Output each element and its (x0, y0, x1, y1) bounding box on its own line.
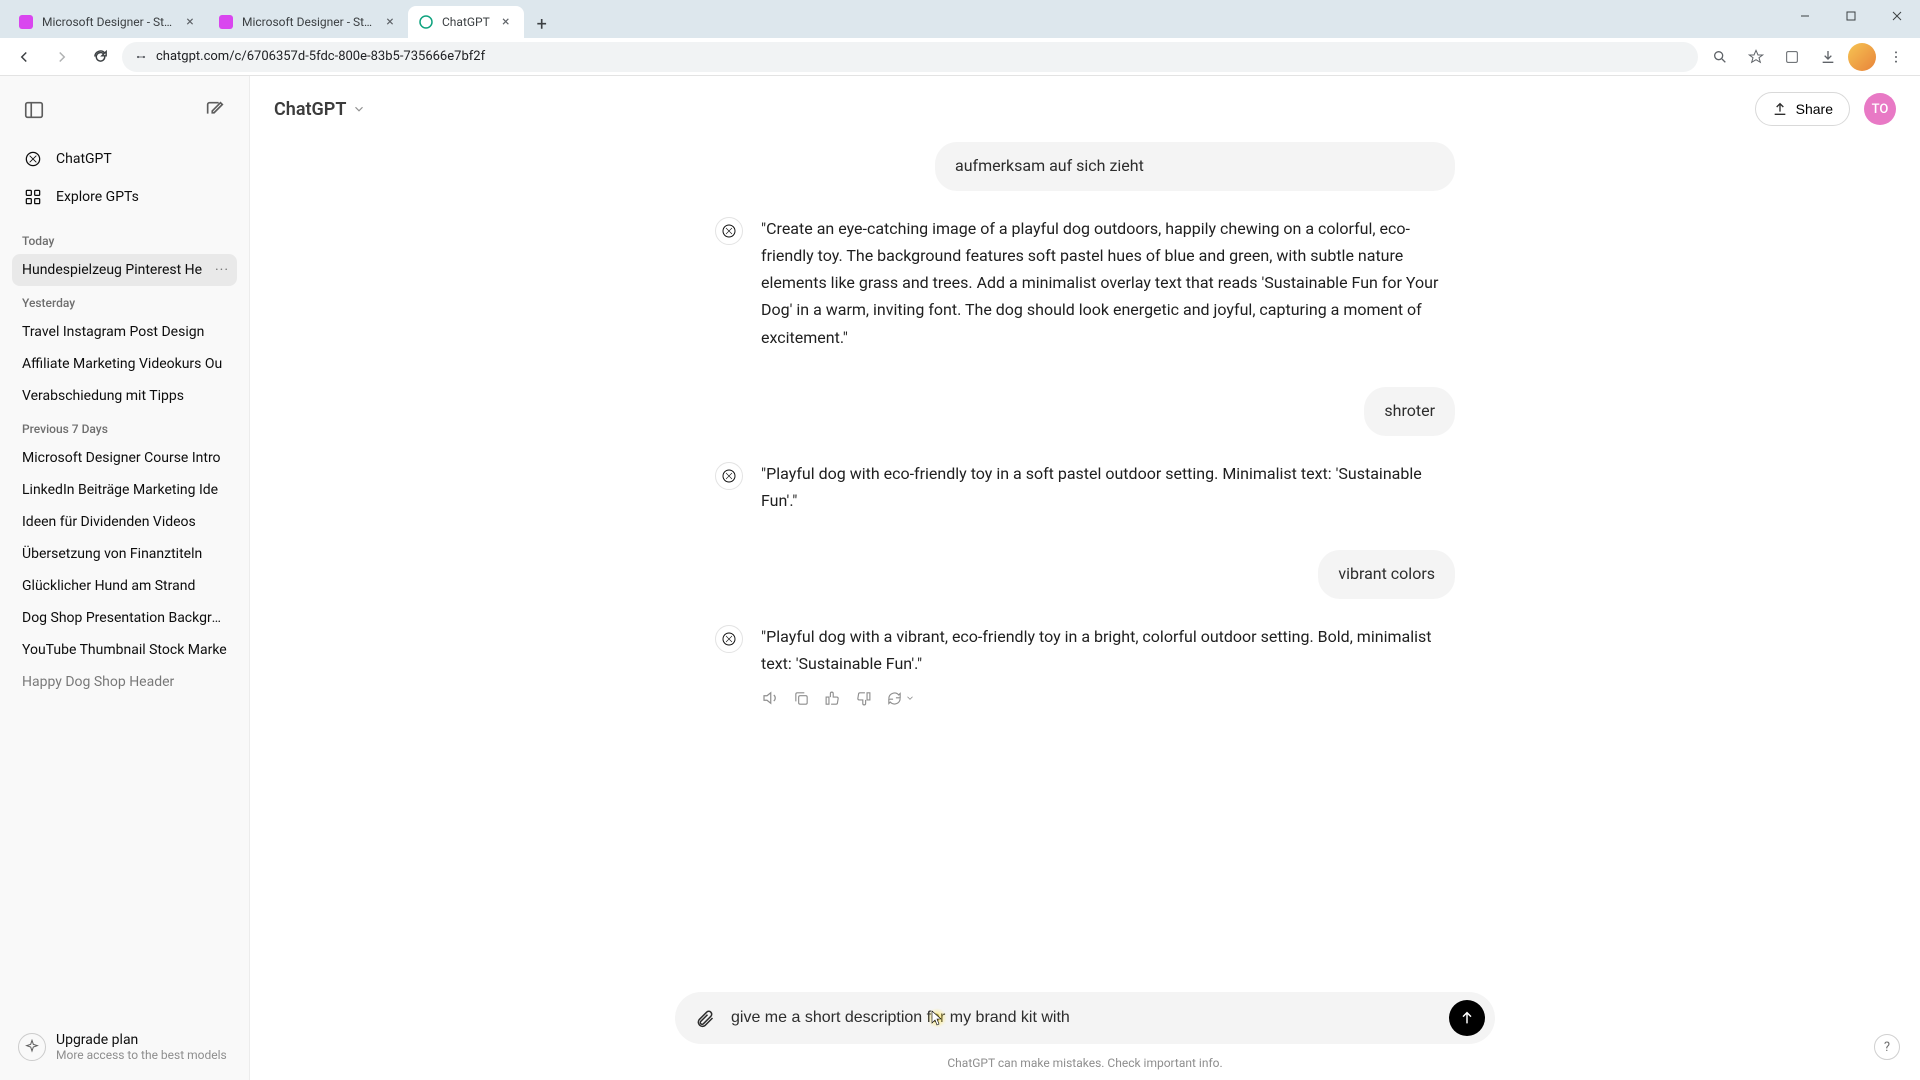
share-button[interactable]: Share (1755, 92, 1850, 126)
browser-tab[interactable]: Microsoft Designer - Stunning × (8, 6, 208, 38)
user-message: aufmerksam auf sich zieht (935, 142, 1455, 191)
window-controls (1782, 0, 1920, 32)
maximize-button[interactable] (1828, 0, 1874, 32)
site-info-icon[interactable] (134, 50, 148, 64)
history-item[interactable]: Travel Instagram Post Design (12, 316, 237, 348)
model-selector[interactable]: ChatGPT (274, 99, 366, 120)
share-label: Share (1796, 101, 1833, 117)
main: ChatGPT Share TO aufmerksam auf sich zie… (250, 76, 1920, 1080)
history-item[interactable]: Übersetzung von Finanztiteln (12, 538, 237, 570)
tab-title: Microsoft Designer - Stunning (242, 15, 374, 29)
sidebar-item-explore[interactable]: Explore GPTs (12, 178, 237, 216)
designer-favicon (18, 14, 34, 30)
thumbs-up-button[interactable] (824, 690, 841, 707)
new-tab-button[interactable]: + (528, 10, 556, 38)
grid-icon (22, 186, 44, 208)
forward-button[interactable] (46, 41, 78, 73)
more-icon[interactable]: ··· (215, 262, 229, 278)
upgrade-subtitle: More access to the best models (56, 1048, 227, 1062)
history-section-label: Yesterday (12, 286, 237, 316)
help-button[interactable]: ? (1874, 1034, 1900, 1060)
thumbs-down-button[interactable] (855, 690, 872, 707)
reload-button[interactable] (84, 41, 116, 73)
user-message: vibrant colors (1318, 550, 1455, 599)
composer-wrap (250, 992, 1920, 1048)
address-bar: chatgpt.com/c/6706357d-5fdc-800e-83b5-73… (0, 38, 1920, 76)
new-chat-button[interactable] (197, 92, 233, 128)
assistant-text: "Create an eye-catching image of a playf… (761, 215, 1455, 351)
chatgpt-favicon (418, 14, 434, 30)
tab-title: Microsoft Designer - Stunning (42, 15, 174, 29)
tab-title: ChatGPT (442, 15, 490, 29)
browser-tab-active[interactable]: ChatGPT × (408, 6, 524, 38)
extensions-icon[interactable] (1776, 41, 1808, 73)
history-item[interactable]: Microsoft Designer Course Intro (12, 442, 237, 474)
model-name: ChatGPT (274, 99, 346, 120)
history-section-label: Previous 7 Days (12, 412, 237, 442)
chat-scroll[interactable]: aufmerksam auf sich zieht "Create an eye… (250, 142, 1920, 992)
collapse-sidebar-button[interactable] (16, 92, 52, 128)
history-item[interactable]: Affiliate Marketing Videokurs Ou (12, 348, 237, 380)
url-field[interactable]: chatgpt.com/c/6706357d-5fdc-800e-83b5-73… (122, 42, 1698, 72)
assistant-avatar-icon (715, 217, 743, 245)
sidebar-item-label: Explore GPTs (56, 189, 139, 205)
assistant-message: "Create an eye-catching image of a playf… (715, 215, 1455, 351)
copy-button[interactable] (793, 690, 810, 707)
history-item[interactable]: YouTube Thumbnail Stock Marke (12, 634, 237, 666)
assistant-avatar-icon (715, 625, 743, 653)
footer-disclaimer: ChatGPT can make mistakes. Check importa… (250, 1048, 1920, 1080)
zoom-icon[interactable] (1704, 41, 1736, 73)
read-aloud-button[interactable] (761, 689, 779, 707)
history-item[interactable]: Ideen für Dividenden Videos (12, 506, 237, 538)
close-icon[interactable]: × (498, 14, 514, 30)
user-avatar[interactable]: TO (1864, 93, 1896, 125)
user-message: shroter (1364, 387, 1455, 436)
history-item[interactable]: Dog Shop Presentation Backgrou (12, 602, 237, 634)
history-item[interactable]: Verabschiedung mit Tipps (12, 380, 237, 412)
menu-icon[interactable] (1880, 41, 1912, 73)
upgrade-title: Upgrade plan (56, 1032, 227, 1048)
app: ChatGPT Explore GPTs TodayHundespielzeug… (0, 76, 1920, 1080)
profile-avatar[interactable] (1848, 43, 1876, 71)
composer (675, 992, 1495, 1044)
close-icon[interactable]: × (382, 14, 398, 30)
designer-favicon (218, 14, 234, 30)
upgrade-plan-button[interactable]: Upgrade plan More access to the best mod… (8, 1022, 241, 1072)
downloads-icon[interactable] (1812, 41, 1844, 73)
sidebar-item-label: ChatGPT (56, 151, 112, 167)
history-item[interactable]: Hundespielzeug Pinterest He··· (12, 254, 237, 286)
sidebar: ChatGPT Explore GPTs TodayHundespielzeug… (0, 76, 250, 1080)
browser-tab[interactable]: Microsoft Designer - Stunning × (208, 6, 408, 38)
history-item[interactable]: Happy Dog Shop Header (12, 666, 237, 698)
url-text: chatgpt.com/c/6706357d-5fdc-800e-83b5-73… (156, 49, 485, 64)
assistant-text: "Playful dog with a vibrant, eco-friendl… (761, 623, 1455, 677)
send-button[interactable] (1449, 1000, 1485, 1036)
chatgpt-icon (22, 148, 44, 170)
assistant-avatar-icon (715, 462, 743, 490)
regenerate-button[interactable] (886, 690, 915, 707)
browser-chrome: Microsoft Designer - Stunning × Microsof… (0, 0, 1920, 76)
minimize-button[interactable] (1782, 0, 1828, 32)
sparkle-icon (18, 1033, 46, 1061)
attach-button[interactable] (689, 1002, 721, 1034)
history-item[interactable]: LinkedIn Beiträge Marketing Ide (12, 474, 237, 506)
message-actions (761, 689, 1455, 707)
message-input[interactable] (731, 1009, 1439, 1027)
back-button[interactable] (8, 41, 40, 73)
upload-icon (1772, 101, 1788, 117)
assistant-text: "Playful dog with eco-friendly toy in a … (761, 460, 1455, 514)
assistant-message: "Playful dog with eco-friendly toy in a … (715, 460, 1455, 514)
bookmark-icon[interactable] (1740, 41, 1772, 73)
history-section-label: Today (12, 224, 237, 254)
tab-strip: Microsoft Designer - Stunning × Microsof… (0, 0, 1920, 38)
sidebar-item-chatgpt[interactable]: ChatGPT (12, 140, 237, 178)
close-icon[interactable]: × (182, 14, 198, 30)
chevron-down-icon (352, 102, 366, 116)
assistant-message: "Playful dog with a vibrant, eco-friendl… (715, 623, 1455, 707)
main-header: ChatGPT Share TO (250, 76, 1920, 142)
close-window-button[interactable] (1874, 0, 1920, 32)
history-item[interactable]: Glücklicher Hund am Strand (12, 570, 237, 602)
